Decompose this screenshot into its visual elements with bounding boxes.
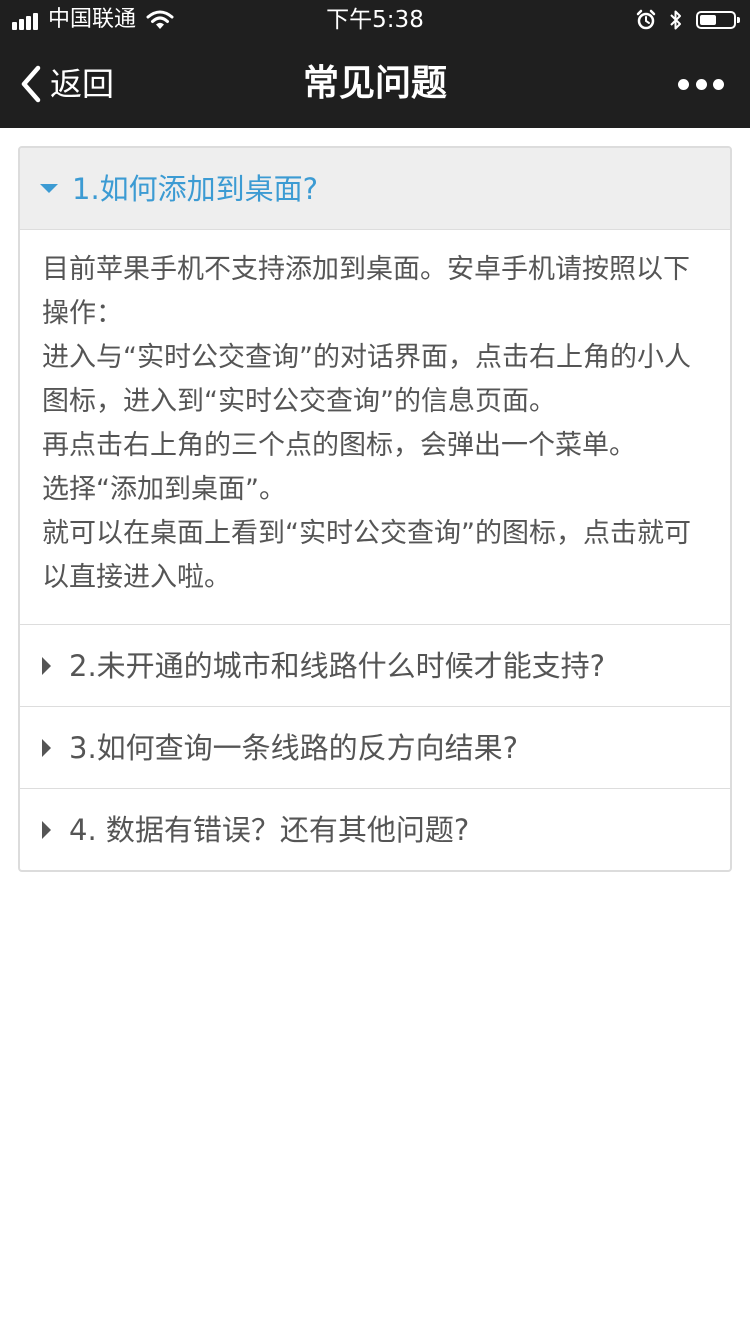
faq-question: 4. 数据有错误？还有其他问题?	[69, 812, 470, 847]
faq-question: 3.如何查询一条线路的反方向结果?	[69, 730, 519, 765]
battery-fill	[700, 15, 717, 25]
answer-paragraph: 进入与“实时公交查询”的对话界面，点击右上角的小人图标，进入到“实时公交查询”的…	[42, 342, 691, 417]
more-dot	[678, 78, 689, 90]
more-icon[interactable]	[678, 76, 724, 92]
caret-right-icon	[42, 820, 51, 839]
battery-tip	[737, 17, 740, 23]
status-bar: 中国联通 下午5:38	[0, 0, 750, 40]
nav-bar: 返回 常见问题	[0, 40, 750, 128]
answer-paragraph: 就可以在桌面上看到“实时公交查询”的图标，点击就可以直接进入啦。	[42, 518, 691, 593]
caret-right-icon	[42, 738, 51, 757]
caret-down-icon	[40, 184, 58, 193]
faq-question: 2.未开通的城市和线路什么时候才能支持?	[69, 648, 606, 683]
faq-item-2-header[interactable]: 2.未开通的城市和线路什么时候才能支持?	[20, 624, 730, 706]
more-dot	[695, 78, 707, 90]
answer-paragraph: 选择“添加到桌面”。	[42, 474, 286, 505]
caret-right-icon	[42, 656, 51, 675]
faq-panel: 1.如何添加到桌面? 目前苹果手机不支持添加到桌面。安卓手机请按照以下操作： 进…	[18, 146, 732, 872]
faq-item-1-answer: 目前苹果手机不支持添加到桌面。安卓手机请按照以下操作： 进入与“实时公交查询”的…	[20, 230, 730, 624]
faq-item-3-header[interactable]: 3.如何查询一条线路的反方向结果?	[20, 706, 730, 788]
faq-question: 1.如何添加到桌面?	[72, 171, 319, 206]
page-title: 常见问题	[302, 63, 447, 104]
answer-paragraph: 目前苹果手机不支持添加到桌面。安卓手机请按照以下操作：	[42, 254, 690, 329]
more-dot	[713, 78, 724, 90]
answer-paragraph: 再点击右上角的三个点的图标，会弹出一个菜单。	[42, 430, 636, 461]
status-right	[636, 8, 740, 32]
faq-item-1-header[interactable]: 1.如何添加到桌面?	[20, 148, 730, 230]
battery-icon	[696, 11, 740, 29]
bluetooth-icon	[670, 10, 681, 30]
faq-item-4-header[interactable]: 4. 数据有错误？还有其他问题?	[20, 788, 730, 870]
alarm-icon	[636, 9, 656, 30]
